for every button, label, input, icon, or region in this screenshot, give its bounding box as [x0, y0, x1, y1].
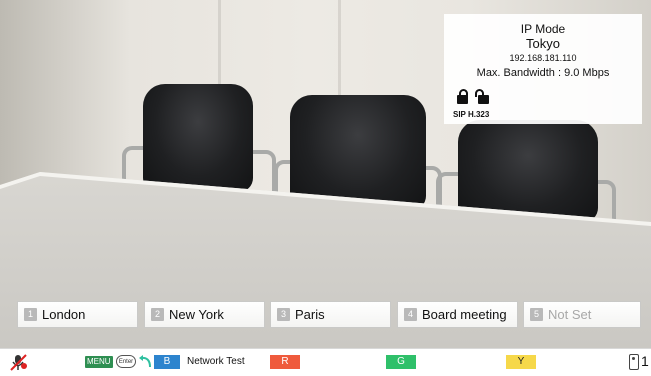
site-number: 4: [404, 308, 417, 321]
max-bandwidth: Max. Bandwidth : 9.0 Mbps: [476, 67, 610, 79]
yellow-y-key[interactable]: Y: [506, 355, 536, 369]
network-mode: IP Mode: [520, 22, 566, 36]
menu-key[interactable]: MENU: [85, 356, 113, 368]
site-label: London: [42, 307, 86, 322]
lock-icon: [457, 89, 468, 104]
site-label: Not Set: [548, 307, 592, 322]
connection-info-panel: IP Mode Tokyo 192.168.181.110 Max. Bandw…: [444, 14, 642, 124]
enter-key[interactable]: Enter: [116, 355, 136, 368]
status-bar: MENU Enter B Network Test R G Y 1: [0, 348, 651, 376]
network-test-label: Network Test: [187, 356, 245, 367]
red-r-key[interactable]: R: [270, 355, 300, 369]
site-button-2[interactable]: 2 New York: [144, 301, 265, 328]
mic-mute-icon: [10, 354, 27, 371]
site-number: 1: [24, 308, 37, 321]
protocol-label: SIP H.323: [453, 110, 490, 119]
chair: [143, 84, 253, 192]
back-arrow-icon[interactable]: [139, 354, 153, 370]
green-g-key[interactable]: G: [386, 355, 416, 369]
chair: [458, 120, 598, 222]
site-button-3[interactable]: 3 Paris: [270, 301, 391, 328]
site-label: New York: [169, 307, 224, 322]
unlock-icon: [475, 89, 489, 104]
page-icon: [629, 354, 639, 370]
ip-address: 192.168.181.110: [509, 53, 577, 63]
site-label: Paris: [295, 307, 325, 322]
site-number: 3: [277, 308, 290, 321]
site-button-1[interactable]: 1 London: [17, 301, 138, 328]
site-number: 5: [530, 308, 543, 321]
page-number: 1: [641, 353, 649, 369]
site-number: 2: [151, 308, 164, 321]
site-button-5[interactable]: 5 Not Set: [523, 301, 641, 328]
site-button-4[interactable]: 4 Board meeting: [397, 301, 518, 328]
site-name: Tokyo: [526, 36, 560, 51]
chair: [290, 95, 426, 210]
blue-b-key[interactable]: B: [154, 355, 180, 369]
site-label: Board meeting: [422, 307, 507, 322]
